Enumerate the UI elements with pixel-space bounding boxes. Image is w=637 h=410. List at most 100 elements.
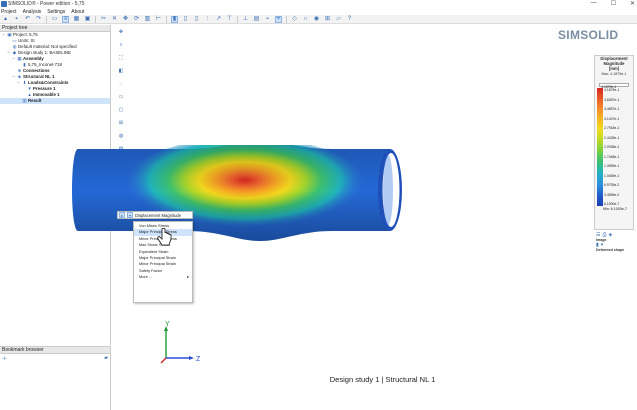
split-icon[interactable]: ⊥ — [242, 16, 249, 23]
menu-project[interactable]: Project — [1, 9, 17, 15]
main-toolbar: ▴ ▪ ↶ ↷ ▭ ≡ ▦ ▣ ✂ ✕ ✥ ⟳ ▥ ⊢ ▮ ▯ ▯ ⫶ ↗ ⊤ ⊥ ▤ ⌁ ⌖ ◇ ∩ ◉ ⊞ ▱? — [0, 15, 637, 24]
menu-analysis[interactable]: Analysis — [23, 9, 42, 15]
magnet-icon[interactable]: ∩ — [302, 16, 309, 23]
maximize-button[interactable]: ☐ — [611, 0, 616, 7]
pan-icon[interactable]: ✥ — [119, 29, 123, 35]
legend-value: 2.4428e-1 — [604, 135, 620, 140]
legend-max: Max: 4.1879e-1 — [601, 72, 627, 76]
legend-probe-icon[interactable]: ◈ — [609, 232, 613, 238]
help-icon[interactable]: ? — [346, 16, 353, 23]
rotate-icon[interactable]: ⟳ — [133, 16, 140, 23]
arrow-icon[interactable]: ↗ — [215, 16, 222, 23]
result-type-header[interactable]: ▸ ▾ Displacement Magnitude — [117, 211, 193, 219]
menu-bar: Project Analysis Settings About — [0, 8, 637, 15]
section-icon[interactable]: ◧ — [119, 68, 124, 74]
mesh-icon[interactable]: ⊞ — [324, 16, 331, 23]
layout-icon[interactable]: ≡ — [62, 15, 69, 23]
tree-item-label: Result — [28, 98, 42, 103]
close-button[interactable]: ✕ — [630, 0, 635, 7]
measure-icon[interactable]: ⌖ — [275, 15, 282, 23]
simsolid-logo: SIMSOLID — [558, 28, 619, 42]
bookmark-add-icon[interactable]: ＋ — [2, 355, 7, 362]
bookmark-tools: ＋ ▰ — [0, 354, 110, 363]
transparent-icon[interactable]: ◌ — [120, 81, 123, 87]
legend-value: 3.4897e-1 — [604, 107, 620, 111]
chart-icon[interactable]: ▥ — [144, 16, 151, 23]
open-icon[interactable]: ▴ — [2, 16, 9, 23]
cross-icon[interactable]: ✕ — [111, 16, 118, 23]
deformed-shape-label: Deformed shape — [596, 248, 625, 252]
tube-inner-wall — [383, 155, 393, 225]
project-tree-header: Project tree — [0, 25, 110, 32]
result-plot-icon[interactable]: ▸ — [119, 212, 125, 218]
bookmark-folder-icon[interactable]: ▰ — [104, 355, 108, 362]
legend-values: 4.1879e-1 3.8387e-1 3.4897e-1 3.1407e-1 2.79… — [604, 88, 634, 206]
legend-value: 2.7918e-1 — [604, 126, 620, 130]
menu-item-label: Minor Principal Strain — [139, 261, 176, 267]
move-icon[interactable]: ✥ — [122, 16, 129, 23]
toolbar-separator — [166, 15, 167, 23]
redo-icon[interactable]: ↷ — [35, 16, 42, 23]
legend-value: 4.1879e-1 — [604, 88, 620, 92]
app-window: SIMSOLID® - Power edition - 5,75 — ☐ ✕ P… — [0, 0, 637, 410]
axis-triad: Y Z — [160, 321, 201, 364]
tag-icon[interactable]: ▱ — [335, 16, 342, 23]
window-controls: — ☐ ✕ — [591, 0, 635, 7]
bookmark-browser-panel: Bookmark browser ＋ ▰ — [0, 346, 111, 410]
probe-icon[interactable]: ◇ — [291, 16, 298, 23]
grid-icon[interactable]: ▦ — [73, 16, 80, 23]
assembly-icon[interactable]: ▯ — [193, 16, 200, 23]
current-result-type: Displacement Magnitude — [135, 212, 182, 218]
connect-icon[interactable]: ⫶ — [204, 16, 211, 23]
ruler-icon[interactable]: ⊢ — [155, 16, 162, 23]
menu-item-label: More ... — [139, 274, 153, 280]
menu-settings[interactable]: Settings — [47, 9, 65, 15]
legend-title: Displacement Magnitude — [600, 56, 628, 66]
menu-item-label: Major Principal Strain — [139, 254, 176, 260]
view-icon[interactable]: ▭ — [51, 16, 58, 23]
bookmark-browser-header: Bookmark browser — [0, 347, 110, 354]
toolbar-separator — [95, 15, 96, 23]
minimize-button[interactable]: — — [591, 0, 597, 7]
wireframe-icon[interactable]: ⊞ — [119, 120, 123, 126]
tree-item[interactable]: ▥ Result — [0, 98, 110, 104]
box-icon[interactable]: ▣ — [84, 16, 91, 23]
bar-icon[interactable]: ▤ — [253, 16, 260, 23]
legend-color-bar — [597, 88, 603, 206]
select-icon[interactable]: ▮ — [171, 15, 178, 23]
axis-y-label: Y — [165, 321, 170, 328]
viewport-status: Design study 1 | Structural NL 1 — [329, 375, 436, 384]
menu-item-more[interactable]: More ... ▸ — [134, 274, 192, 280]
eye-icon[interactable]: ◉ — [313, 16, 320, 23]
color-icon[interactable]: ◍ — [119, 133, 123, 139]
submenu-arrow-icon: ▸ — [187, 275, 189, 280]
toolbar-separator — [286, 15, 287, 23]
mouse-cursor-icon — [157, 228, 172, 246]
legend-value: 1.0469e-1 — [604, 173, 620, 178]
graph-icon[interactable]: ⌁ — [264, 16, 271, 23]
legend-value: 3.1407e-1 — [604, 116, 620, 121]
fit-icon[interactable]: ⛶ — [119, 55, 123, 61]
undo-icon[interactable]: ↶ — [24, 16, 31, 23]
tube-model — [72, 145, 402, 241]
part-icon[interactable]: ▯ — [182, 16, 189, 23]
scissors-icon[interactable]: ✂ — [100, 16, 107, 23]
menu-item-label: Equivalent Strain — [139, 248, 169, 254]
legend-value: 6.9793e-2 — [604, 183, 620, 187]
save-icon[interactable]: ▪ — [13, 16, 20, 23]
window-title: SIMSOLID® - Power edition - 5,75 — [8, 1, 85, 7]
bolt-icon[interactable]: ⊤ — [226, 16, 233, 23]
display-icon[interactable]: ▭ — [119, 94, 124, 100]
result-type-dropdown-icon[interactable]: ▾ — [127, 212, 133, 218]
result-legend: Displacement Magnitude [mm] Max: 4.1879e… — [594, 55, 634, 230]
menu-about[interactable]: About — [71, 9, 84, 15]
zoom-icon[interactable]: ⌕ — [120, 42, 123, 48]
legend-value: 3.8387e-1 — [604, 97, 620, 102]
result-options-panel: ☰ ⎙ ◈ Image ▮ ▾ Deformed shape — [596, 232, 634, 260]
legend-value: 2.0938e-1 — [604, 145, 620, 149]
legend-min: Min: 6.1000e-7 — [603, 207, 627, 211]
edges-icon[interactable]: ▢ — [119, 107, 124, 113]
result-icon: ▥ — [22, 98, 27, 103]
legend-max-field[interactable]: 4.1879e-1 — [599, 83, 629, 89]
toolbar-separator — [46, 15, 47, 23]
